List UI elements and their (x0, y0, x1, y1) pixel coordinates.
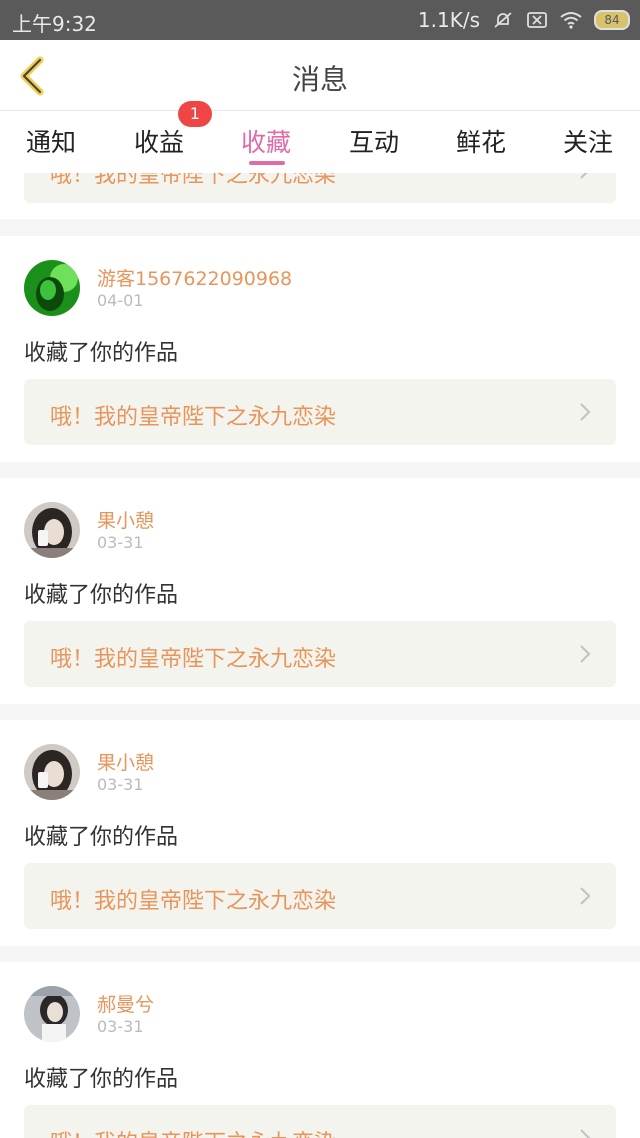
tab-notifications[interactable]: 通知 (26, 123, 76, 159)
message-card-partial: 哦！我的皇帝陛下之永九恋染 (0, 173, 640, 219)
message-card: 游客1567622090968 04-01 收藏了你的作品 哦！我的皇帝陛下之永… (0, 236, 640, 462)
message-date: 04-01 (97, 291, 144, 310)
battery-indicator: 84 (594, 10, 630, 30)
action-text: 收藏了你的作品 (24, 583, 179, 608)
avatar[interactable] (24, 502, 80, 558)
user-name[interactable]: 游客1567622090968 (97, 264, 292, 291)
tab-interactions[interactable]: 互动 (349, 123, 399, 159)
tab-bar: 通知 收益 收藏 互动 鲜花 关注 (0, 111, 640, 173)
work-link[interactable]: 哦！我的皇帝陛下之永九恋染 (24, 173, 616, 203)
net-speed: 1.1K/s (417, 8, 480, 32)
user-name[interactable]: 果小憩 (97, 748, 154, 775)
work-title: 哦！我的皇帝陛下之永九恋染 (50, 1125, 336, 1138)
work-link[interactable]: 哦！我的皇帝陛下之永九恋染 (24, 621, 616, 687)
chevron-right-icon (580, 403, 591, 421)
message-date: 03-31 (97, 775, 144, 794)
avatar[interactable] (24, 986, 80, 1042)
work-link[interactable]: 哦！我的皇帝陛下之永九恋染 (24, 379, 616, 445)
user-name[interactable]: 果小憩 (97, 506, 154, 533)
avatar[interactable] (24, 260, 80, 316)
user-name[interactable]: 郝曼兮 (97, 990, 154, 1017)
action-text: 收藏了你的作品 (24, 341, 179, 366)
message-card: 果小憩 03-31 收藏了你的作品 哦！我的皇帝陛下之永九恋染 (0, 478, 640, 704)
chevron-right-icon (580, 173, 588, 179)
message-card: 郝曼兮 03-31 收藏了你的作品 哦！我的皇帝陛下之永九恋染 (0, 962, 640, 1138)
message-card: 果小憩 03-31 收藏了你的作品 哦！我的皇帝陛下之永九恋染 (0, 720, 640, 946)
mute-bell-icon (494, 12, 512, 28)
page-title: 消息 (291, 63, 348, 96)
tab-earnings[interactable]: 收益 (134, 123, 184, 159)
message-date: 03-31 (97, 1017, 144, 1036)
work-title: 哦！我的皇帝陛下之永九恋染 (50, 647, 337, 672)
work-title: 哦！我的皇帝陛下之永九恋染 (50, 173, 337, 188)
action-text: 收藏了你的作品 (24, 1067, 179, 1092)
sim-x-icon (527, 12, 547, 28)
tab-flowers[interactable]: 鲜花 (456, 123, 506, 159)
work-link[interactable]: 哦！我的皇帝陛下之永九恋染 (24, 863, 616, 929)
action-text: 收藏了你的作品 (24, 825, 179, 850)
status-time: 上午9:32 (12, 12, 97, 36)
tab-follows[interactable]: 关注 (563, 123, 613, 159)
message-date: 03-31 (97, 533, 144, 552)
chevron-right-icon (580, 887, 591, 905)
status-bar: 上午9:32 1.1K/s 84 (0, 0, 640, 40)
earnings-badge: 1 (178, 101, 212, 127)
message-list[interactable]: 哦！我的皇帝陛下之永九恋染 游客1567622090968 04-01 收藏了你… (0, 173, 640, 1138)
avatar[interactable] (24, 744, 80, 800)
chevron-right-icon (580, 645, 591, 663)
work-link[interactable]: 哦！我的皇帝陛下之永九恋染 (24, 1105, 616, 1138)
chevron-right-icon (580, 1129, 591, 1138)
work-title: 哦！我的皇帝陛下之永九恋染 (50, 889, 337, 914)
work-title: 哦！我的皇帝陛下之永九恋染 (50, 405, 337, 430)
active-tab-indicator (249, 161, 285, 165)
wifi-icon (560, 12, 582, 29)
nav-bar: 消息 (0, 40, 640, 111)
status-icons: 1.1K/s 84 (418, 8, 630, 32)
tab-favorites[interactable]: 收藏 (241, 123, 291, 159)
